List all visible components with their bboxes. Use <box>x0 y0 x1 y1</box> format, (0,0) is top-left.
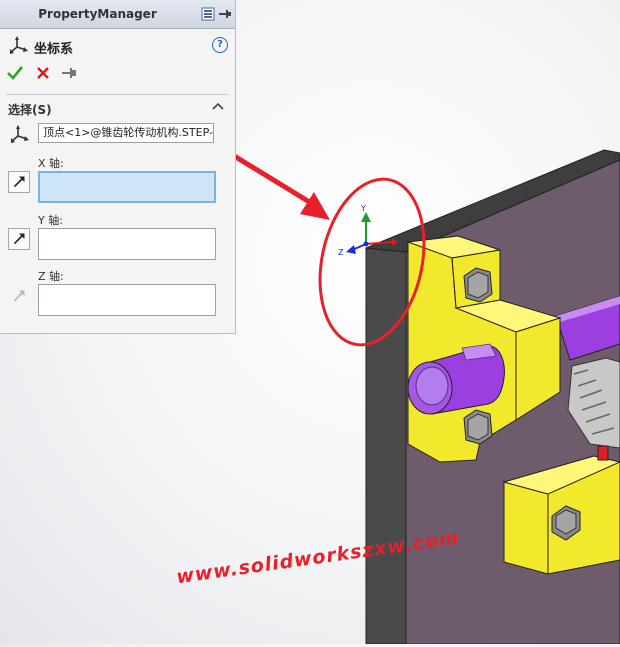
origin-icon <box>11 125 29 143</box>
y-axis-field[interactable] <box>38 228 216 260</box>
cancel-button[interactable] <box>34 64 52 82</box>
triad-y-label: Y <box>360 204 366 213</box>
ok-button[interactable] <box>6 64 24 82</box>
panel-header: PropertyManager <box>0 0 235 29</box>
z-axis-label: Z 轴: <box>38 270 64 283</box>
feature-header: 坐标系 ? <box>8 36 230 57</box>
action-buttons <box>6 64 126 84</box>
panel-title: PropertyManager <box>38 7 157 21</box>
y-axis-direction-button[interactable] <box>8 228 30 250</box>
section-divider <box>6 94 229 95</box>
feature-title: 坐标系 <box>34 42 74 57</box>
help-icon[interactable]: ? <box>212 37 228 53</box>
z-axis-direction-button[interactable] <box>8 285 30 307</box>
x-axis-field[interactable] <box>38 171 216 203</box>
x-axis-direction-button[interactable] <box>8 171 30 193</box>
x-axis-label: X 轴: <box>38 157 64 170</box>
property-manager-panel: PropertyManager 坐标系 ? 选择(S) 顶点<1>@锥齿轮传动机… <box>0 0 236 334</box>
list-view-icon[interactable] <box>201 7 215 21</box>
chevron-up-icon[interactable] <box>212 101 224 111</box>
triad-z-label: Z <box>338 248 344 257</box>
pin-icon[interactable] <box>218 7 232 21</box>
coordinate-system-icon <box>10 36 28 54</box>
section-title-selections: 选择(S) <box>8 103 52 117</box>
z-axis-field[interactable] <box>38 284 216 316</box>
y-axis-label: Y 轴: <box>38 214 63 227</box>
keep-visible-pin-button[interactable] <box>60 64 78 82</box>
origin-selection-field[interactable]: 顶点<1>@锥齿轮传动机构.STEP- <box>38 123 214 143</box>
